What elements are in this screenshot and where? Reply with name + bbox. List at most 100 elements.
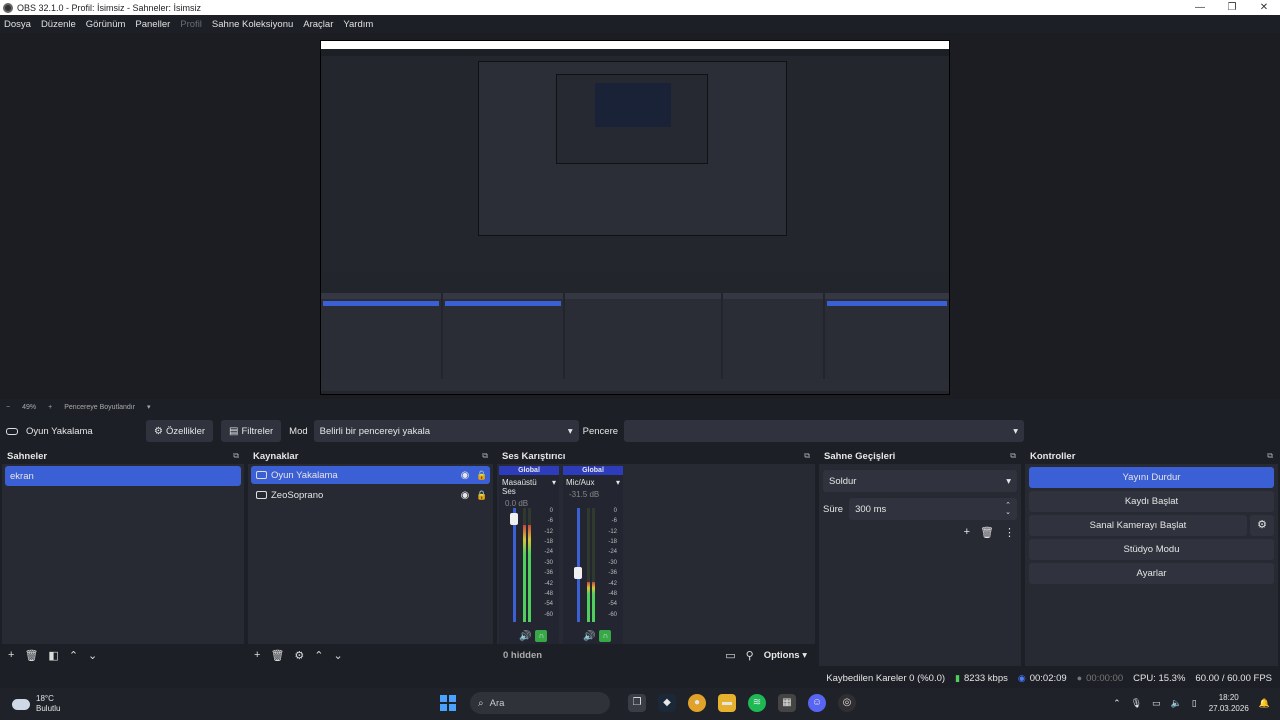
speaker-icon[interactable]: 🔊	[583, 631, 595, 642]
meter-scale-label: -12	[544, 528, 553, 535]
task-view-icon[interactable]: ❐	[628, 694, 646, 712]
eye-icon[interactable]: ◉	[456, 470, 474, 481]
chevron-down-icon[interactable]: ▾	[147, 403, 151, 411]
fps: 60.00 / 60.00 FPS	[1195, 672, 1272, 684]
window-select[interactable]: ▾	[624, 420, 1025, 442]
meter-scale-label: -54	[608, 601, 617, 608]
discord-icon[interactable]: ☺	[808, 694, 826, 712]
add-icon[interactable]: +	[254, 649, 260, 661]
menu-sahne-koleksiyonu[interactable]: Sahne Koleksiyonu	[212, 19, 293, 30]
preview-area[interactable]	[0, 33, 1280, 399]
trash-icon[interactable]: 🗑	[270, 649, 284, 662]
lock-icon[interactable]: 🔒	[474, 490, 490, 501]
undock-icon[interactable]: ⧉	[233, 451, 239, 461]
start-record-button[interactable]: Kaydı Başlat	[1029, 491, 1274, 512]
move-up-icon[interactable]: ⌃	[314, 649, 323, 662]
dropped-frames: Kaybedilen Kareler 0 (%0.0)	[826, 672, 946, 684]
menu-profil[interactable]: Profil	[180, 19, 202, 30]
clock[interactable]: 18:20 27.03.2026	[1209, 692, 1249, 714]
headphones-icon[interactable]: ∩	[535, 630, 548, 642]
steam-icon[interactable]: ◆	[658, 694, 676, 712]
move-down-icon[interactable]: ⌄	[334, 649, 343, 662]
microphone-icon[interactable]: 🎙	[1131, 698, 1142, 709]
duration-input[interactable]: 300 ms ⌃ ⌄	[849, 498, 1017, 520]
source-item[interactable]: Oyun Yakalama ◉ 🔒	[251, 466, 490, 484]
resize-to-window[interactable]: Pencereye Boyutlandır	[64, 404, 135, 411]
taskbar-search[interactable]: ⌕ Ara	[470, 692, 610, 714]
meter-scale-label: -48	[608, 590, 617, 597]
chevron-up-icon[interactable]: ⌃	[1113, 698, 1121, 709]
minimize-icon[interactable]: —	[1184, 2, 1216, 13]
gear-icon[interactable]: ⚙	[294, 649, 304, 662]
move-down-icon[interactable]: ⌄	[88, 649, 97, 662]
lock-icon[interactable]: 🔒	[474, 470, 490, 481]
volume-fader[interactable]	[574, 508, 582, 622]
settings-button[interactable]: Ayarlar	[1029, 563, 1274, 584]
weather-widget[interactable]: 18°C Bulutlu	[12, 694, 60, 714]
mode-select[interactable]: Belirli bir pencereyi yakala ▾	[313, 420, 579, 442]
notification-icon[interactable]: 🔔	[1259, 698, 1270, 709]
battery-icon[interactable]: ▯	[1192, 698, 1197, 709]
windows-start-icon[interactable]	[440, 695, 456, 711]
mixer-channel-desktop: Global Masaüstü Ses ▾ 0.0 dB 0 -6 -12 -18 -2…	[499, 466, 559, 644]
scene-item[interactable]: ekran	[5, 466, 241, 486]
spotify-icon[interactable]: ≋	[748, 694, 766, 712]
layout-icon[interactable]: ▭	[725, 649, 735, 662]
move-up-icon[interactable]: ⌃	[69, 649, 78, 662]
zoom-out-button[interactable]: −	[6, 404, 10, 411]
add-icon[interactable]: +	[964, 526, 970, 539]
trash-icon[interactable]: 🗑	[24, 649, 38, 662]
hidden-count[interactable]: 0 hidden	[503, 650, 542, 661]
maximize-icon[interactable]: ❐	[1216, 2, 1248, 13]
menu-yardim[interactable]: Yardım	[343, 19, 373, 30]
zoom-in-button[interactable]: +	[48, 404, 52, 411]
more-icon[interactable]: ⋮	[1004, 526, 1015, 539]
trash-icon[interactable]: 🗑	[980, 526, 994, 539]
network-icon[interactable]: ▭	[1152, 698, 1161, 709]
undock-icon[interactable]: ⧉	[482, 451, 488, 461]
gear-icon[interactable]: ⚙	[1250, 515, 1274, 536]
volume-fader[interactable]	[510, 508, 518, 622]
studio-mode-button[interactable]: Stüdyo Modu	[1029, 539, 1274, 560]
volume-icon[interactable]: 🔈	[1171, 698, 1182, 709]
obs-icon[interactable]: ◎	[838, 694, 856, 712]
filter-icon[interactable]: ◧	[48, 649, 58, 662]
link-icon[interactable]: ⚲	[746, 649, 754, 662]
meter-scale-label: -6	[547, 518, 553, 525]
preview-canvas[interactable]	[320, 40, 950, 395]
menu-paneller[interactable]: Paneller	[135, 19, 170, 30]
add-icon[interactable]: +	[8, 649, 14, 661]
stream-icon: ◉	[1017, 672, 1026, 683]
speaker-icon[interactable]: 🔊	[519, 631, 531, 642]
transition-select[interactable]: Soldur ▾	[823, 470, 1017, 492]
fader-knob[interactable]	[510, 513, 518, 526]
filters-button[interactable]: ▤ Filtreler	[221, 420, 282, 442]
nested-capture-menu	[321, 49, 949, 56]
options-button[interactable]: Options ▾	[764, 650, 807, 661]
mixer-channel-mic: Global Mic/Aux ▾ -31.5 dB 0 -6 -12 -18 -24 -3…	[563, 466, 623, 644]
properties-button[interactable]: ⚙ Özellikler	[146, 420, 214, 442]
spin-arrows-icon[interactable]: ⌃ ⌄	[1005, 502, 1011, 516]
scene-transitions-dock: Sahne Geçişleri ⧉ Soldur ▾ Süre 300 ms ⌃…	[819, 448, 1021, 666]
file-explorer-icon[interactable]: ▬	[718, 694, 736, 712]
sources-dock: Kaynaklar ⧉ Oyun Yakalama ◉ 🔒 ZeoSoprano…	[248, 448, 493, 666]
menu-gorunum[interactable]: Görünüm	[86, 19, 126, 30]
store-icon[interactable]: ▦	[778, 694, 796, 712]
level-meter	[592, 508, 595, 622]
menu-dosya[interactable]: Dosya	[4, 19, 31, 30]
eye-icon[interactable]: ◉	[456, 490, 474, 501]
virtual-camera-button[interactable]: Sanal Kamerayı Başlat	[1029, 515, 1247, 536]
chrome-icon[interactable]: ●	[688, 694, 706, 712]
close-icon[interactable]: ✕	[1248, 2, 1280, 13]
headphones-icon[interactable]: ∩	[599, 630, 612, 642]
source-item[interactable]: ZeoSoprano ◉ 🔒	[251, 486, 490, 504]
obs-logo-icon	[3, 2, 13, 13]
undock-icon[interactable]: ⧉	[1267, 451, 1273, 461]
menu-araclar[interactable]: Araçlar	[303, 19, 333, 30]
fader-knob[interactable]	[574, 567, 582, 580]
undock-icon[interactable]: ⧉	[1010, 451, 1016, 461]
meter-scale-label: -30	[608, 559, 617, 566]
undock-icon[interactable]: ⧉	[804, 451, 810, 461]
menu-duzenle[interactable]: Düzenle	[41, 19, 76, 30]
stop-stream-button[interactable]: Yayını Durdur	[1029, 467, 1274, 488]
